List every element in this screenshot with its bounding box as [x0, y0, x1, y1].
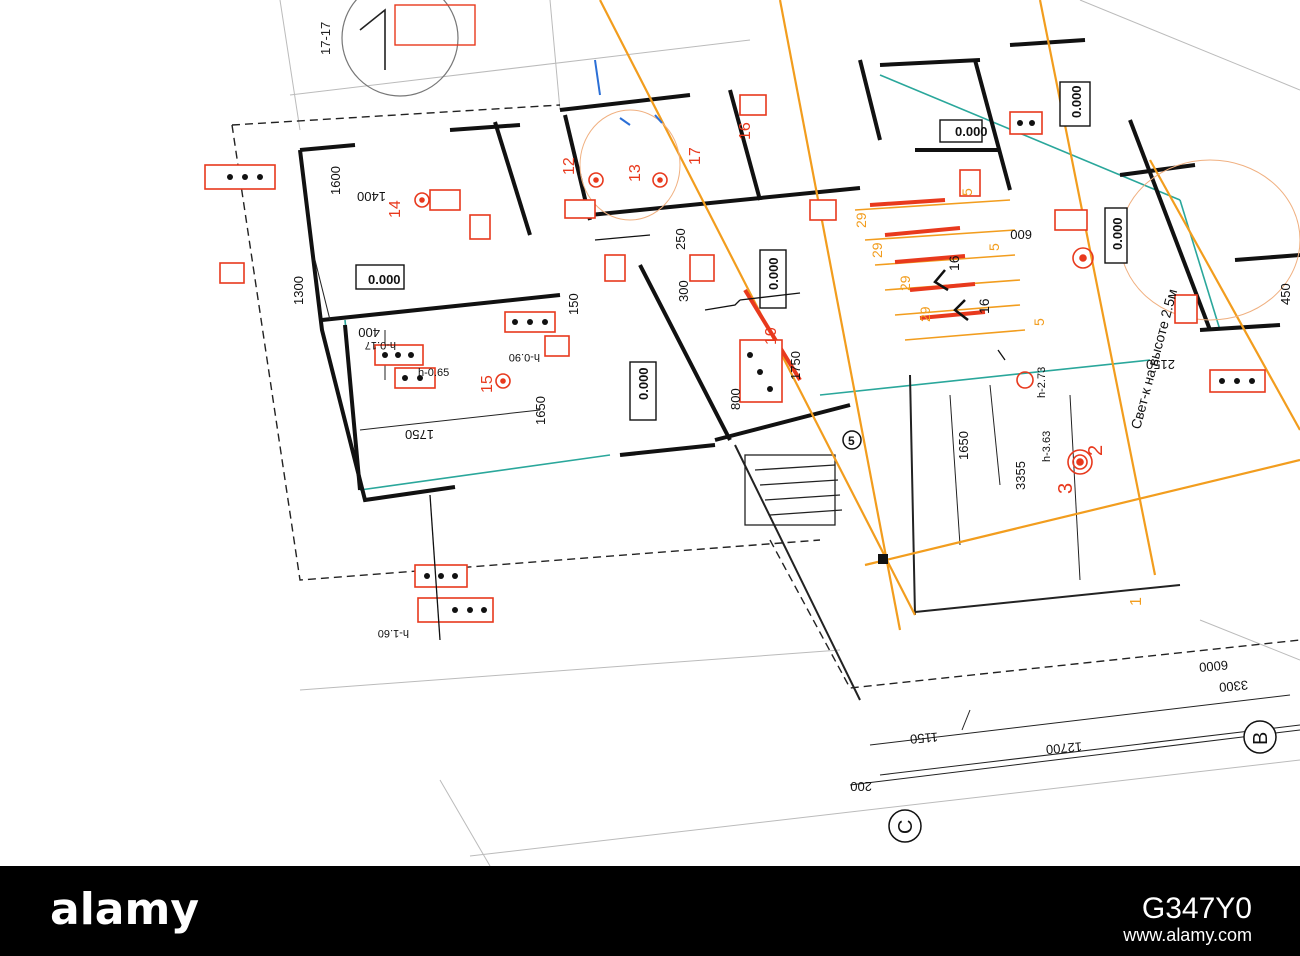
- room-level: 0.000: [955, 124, 988, 139]
- dim-label: 12700: [1045, 739, 1082, 757]
- height-label: h-0.17: [365, 339, 396, 351]
- stair-label: 16: [946, 255, 962, 271]
- room-level: 0.000: [636, 367, 651, 400]
- dim-label: 1750: [405, 427, 434, 442]
- stair-label: 5: [1031, 318, 1047, 326]
- dim-label: 1150: [909, 729, 938, 746]
- dimension-labels: 1300 1750 1650 1650 3355 1150 12700 6000…: [291, 166, 1293, 794]
- dim-label: 250: [673, 228, 688, 250]
- dim-label: 6000: [1199, 657, 1229, 674]
- orange-treads: [854, 199, 1026, 341]
- dim-label: 1750: [788, 351, 803, 380]
- room-level: 0.000: [1069, 85, 1084, 118]
- point-label: 3: [1055, 483, 1077, 494]
- point-label: 12: [561, 157, 578, 175]
- point-label: 16: [737, 122, 754, 140]
- point-label: 17: [687, 147, 704, 165]
- stair-label: 5: [986, 243, 1002, 251]
- axis-label-5: 5: [848, 434, 855, 448]
- image-code: G347Y0: [1141, 892, 1252, 925]
- height-label: h-3.63: [1041, 431, 1053, 462]
- detail-callout: 17-17: [318, 0, 476, 97]
- stair-label: 29: [897, 275, 913, 291]
- height-label: h-1.60: [378, 627, 409, 639]
- height-label: h-0.65: [418, 367, 449, 379]
- brand-logo: alamy: [50, 884, 199, 935]
- point-label: 2: [1085, 445, 1107, 456]
- height-labels: h-0.17 h-0.65 h-0.90 h-1.60 h-2.73 h-3.6…: [365, 339, 1053, 639]
- room-level: 0.000: [1110, 217, 1125, 250]
- stair-label: 29: [869, 242, 885, 258]
- point-label: 14: [387, 200, 404, 218]
- sheet-ref: 17-17: [318, 22, 333, 55]
- stair-label: 29: [917, 306, 933, 322]
- point-label: 13: [627, 164, 644, 182]
- height-label: h-2.73: [1036, 367, 1048, 398]
- dim-label: 1400: [357, 189, 386, 204]
- dim-label: 3355: [1013, 461, 1028, 490]
- room-level: 0.000: [766, 257, 781, 290]
- lower-outline: [734, 374, 1181, 701]
- dim-label: 400: [358, 325, 380, 340]
- room-level: 0.000: [368, 272, 401, 287]
- photo-area: 17-17 1300 1750 1650 1650 3355 1150 1270…: [0, 0, 1300, 866]
- stair-label: 16: [976, 298, 992, 314]
- height-label: h-0.90: [509, 351, 540, 363]
- dim-label: 300: [676, 280, 691, 302]
- dim-label: 3300: [1219, 677, 1249, 694]
- point-label: 1: [1128, 597, 1145, 606]
- axis-label-c: C: [895, 820, 917, 834]
- stair-label: 5: [959, 188, 975, 196]
- floor-plan-drawing: 17-17 1300 1750 1650 1650 3355 1150 1270…: [204, 0, 1300, 866]
- stair-label: 29: [853, 212, 869, 228]
- axis-label-b: B: [1250, 732, 1272, 745]
- dim-label: 600: [1010, 227, 1032, 242]
- stock-footer: alamy G347Y0 www.alamy.com: [0, 866, 1300, 956]
- dim-label: 1300: [291, 276, 306, 305]
- dim-label: 1600: [328, 166, 343, 195]
- point-label: 15: [479, 375, 496, 393]
- socket-boxes: [204, 94, 1266, 623]
- dim-label: 450: [1278, 283, 1293, 305]
- dim-label: 200: [850, 779, 872, 794]
- dim-label: 150: [566, 293, 581, 315]
- stock-url: www.alamy.com: [1123, 925, 1252, 945]
- dim-label: 1650: [956, 431, 971, 460]
- stair: [744, 454, 843, 526]
- dim-label: 1650: [533, 396, 548, 425]
- dim-label: 800: [728, 388, 743, 410]
- column-marker: [878, 554, 888, 564]
- point-label: 10: [763, 327, 780, 345]
